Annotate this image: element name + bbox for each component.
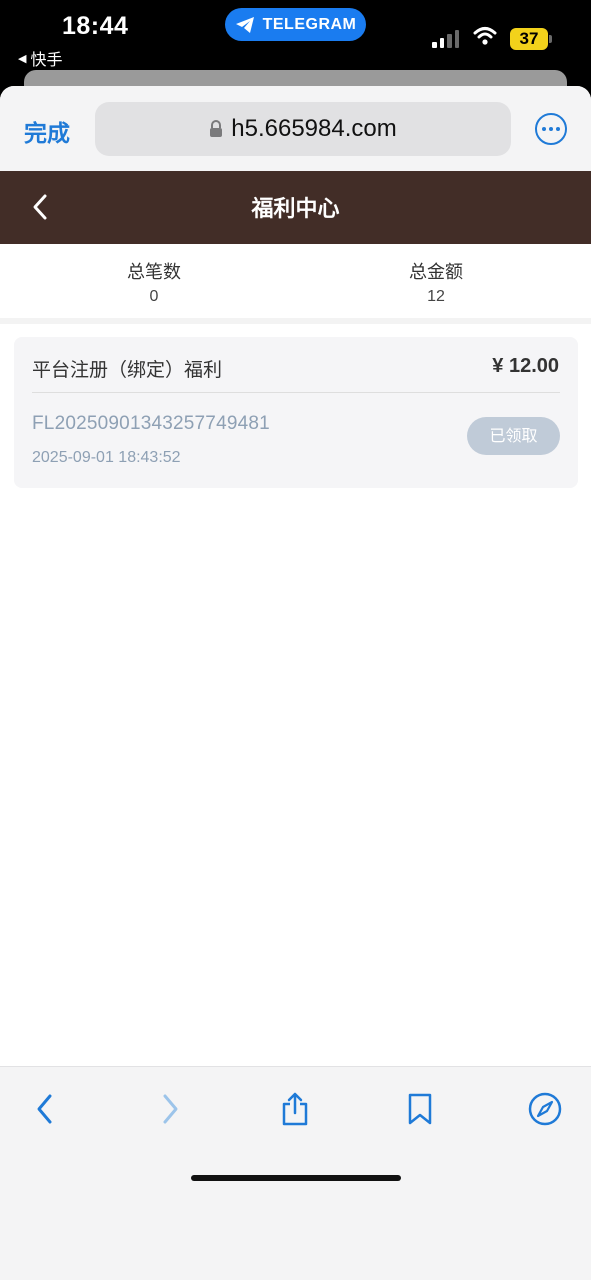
chevron-left-icon (37, 1094, 52, 1124)
in-app-browser: 完成 h5.665984.com 福利中心 总笔数 0 总金额 12 平台注册（… (0, 86, 591, 1280)
page-content: 总笔数 0 总金额 12 平台注册（绑定）福利 ¥ 12.00 FL202509… (0, 244, 591, 1152)
browser-bar: 完成 h5.665984.com (0, 86, 591, 171)
bookmark-button[interactable] (398, 1087, 442, 1131)
more-dot (542, 127, 546, 131)
open-in-safari-button[interactable] (523, 1087, 567, 1131)
stat-count-value: 0 (149, 288, 159, 305)
battery-tip (549, 35, 552, 43)
more-options-button[interactable] (535, 113, 567, 145)
telegram-icon (235, 16, 254, 33)
address-bar[interactable]: h5.665984.com (95, 102, 511, 156)
status-time: 18:44 (62, 12, 129, 40)
claimed-status-button[interactable]: 已领取 (467, 417, 560, 455)
record-amount: ¥ 12.00 (492, 355, 559, 377)
stat-count-label: 总笔数 (127, 262, 181, 283)
stat-amount-label: 总金额 (409, 262, 463, 283)
app-header: 福利中心 (0, 171, 591, 244)
back-triangle-icon: ◀ (18, 51, 27, 65)
url-text: h5.665984.com (231, 115, 397, 142)
status-bar: 18:44 ◀ 快手 TELEGRAM 37 (0, 0, 591, 72)
stat-amount-value: 12 (427, 288, 445, 305)
cellular-signal-icon (432, 28, 459, 48)
battery-level: 37 (510, 28, 548, 50)
record-id: FL20250901343257749481 (32, 413, 270, 434)
done-button[interactable]: 完成 (24, 114, 70, 148)
record-datetime: 2025-09-01 18:43:52 (32, 449, 181, 466)
share-button[interactable] (273, 1087, 317, 1131)
nav-forward-button[interactable] (148, 1087, 192, 1131)
more-dot (556, 127, 560, 131)
section-divider (0, 318, 591, 324)
telegram-label: TELEGRAM (262, 15, 357, 33)
share-icon (282, 1092, 308, 1126)
home-indicator[interactable] (191, 1175, 401, 1181)
back-app-label: 快手 (30, 50, 63, 69)
stat-total-amount: 总金额 12 (336, 258, 536, 306)
compass-icon (528, 1092, 562, 1126)
stat-total-count: 总笔数 0 (54, 258, 254, 306)
stats-summary: 总笔数 0 总金额 12 (0, 244, 591, 318)
nav-back-button[interactable] (23, 1087, 67, 1131)
chevron-right-icon (163, 1094, 178, 1124)
page-title: 福利中心 (251, 197, 340, 222)
bookmark-icon (408, 1093, 432, 1125)
wifi-icon (473, 27, 497, 45)
welfare-record-card: 平台注册（绑定）福利 ¥ 12.00 FL2025090134325774948… (14, 337, 578, 488)
back-to-app-link[interactable]: ◀ 快手 (18, 46, 62, 70)
more-dot (549, 127, 553, 131)
telegram-pill[interactable]: TELEGRAM (225, 8, 366, 41)
card-divider (32, 392, 560, 393)
lock-icon (210, 120, 223, 137)
record-title: 平台注册（绑定）福利 (32, 359, 223, 381)
